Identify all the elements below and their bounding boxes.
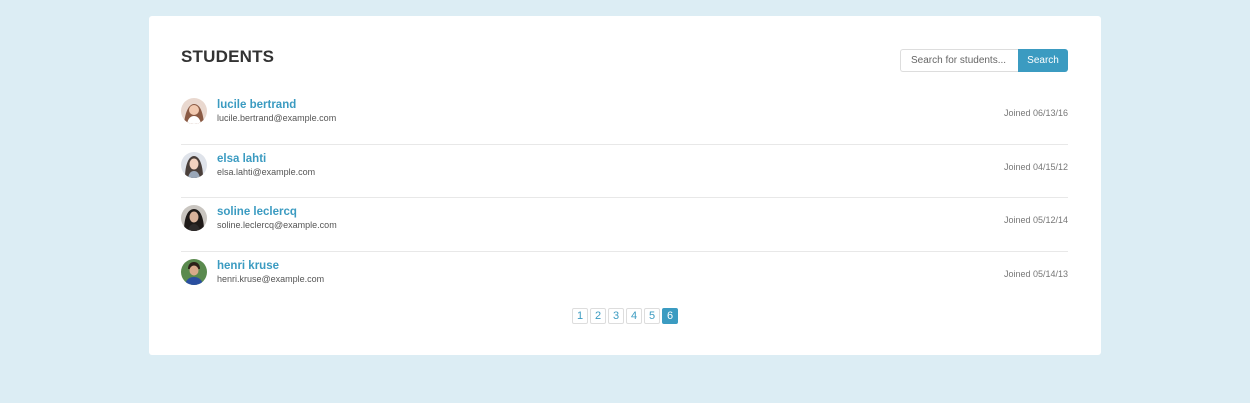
student-joined-date: Joined 04/15/12 bbox=[1003, 161, 1068, 172]
card-header: STUDENTS Search bbox=[181, 16, 1068, 91]
student-name-link[interactable]: elsa lahti bbox=[217, 153, 266, 165]
page-link-3[interactable]: 3 bbox=[608, 308, 624, 324]
student-email: soline.leclercq@example.com bbox=[217, 220, 337, 230]
woman-avatar-icon[interactable] bbox=[181, 98, 207, 124]
search-button[interactable]: Search bbox=[1018, 49, 1068, 72]
search-form: Search bbox=[900, 49, 1068, 72]
student-email: henri.kruse@example.com bbox=[217, 273, 325, 284]
students-card: STUDENTS Search lucile bertrand lucile.b… bbox=[149, 16, 1101, 355]
page-link-4[interactable]: 4 bbox=[626, 308, 642, 324]
student-name-link[interactable]: henri kruse bbox=[217, 260, 279, 272]
student-email: elsa.lahti@example.com bbox=[217, 166, 316, 177]
student-row: henri kruse henri.kruse@example.com Join… bbox=[181, 252, 1068, 306]
woman-avatar-icon[interactable] bbox=[181, 151, 207, 178]
student-name-link[interactable]: soline leclercq bbox=[217, 206, 297, 218]
student-row: soline leclercq soline.leclercq@example.… bbox=[181, 198, 1068, 252]
woman-avatar-icon[interactable] bbox=[181, 205, 207, 231]
student-joined-date: Joined 05/12/14 bbox=[1003, 215, 1068, 225]
man-avatar-icon[interactable] bbox=[181, 258, 207, 285]
search-input[interactable] bbox=[900, 49, 1018, 72]
page-link-2[interactable]: 2 bbox=[590, 308, 606, 324]
student-row: lucile bertrand lucile.bertrand@example.… bbox=[181, 91, 1068, 145]
page-link-1[interactable]: 1 bbox=[572, 308, 588, 324]
student-row: elsa lahti elsa.lahti@example.com Joined… bbox=[181, 145, 1068, 198]
student-name-link[interactable]: lucile bertrand bbox=[217, 99, 296, 111]
student-joined-date: Joined 05/14/13 bbox=[1003, 268, 1068, 279]
page-title: STUDENTS bbox=[181, 47, 275, 66]
student-list: lucile bertrand lucile.bertrand@example.… bbox=[181, 91, 1068, 305]
student-joined-date: Joined 06/13/16 bbox=[1003, 108, 1068, 118]
pagination: 1 2 3 4 5 6 bbox=[149, 308, 1101, 324]
page-link-5[interactable]: 5 bbox=[644, 308, 660, 324]
page-link-6-current[interactable]: 6 bbox=[662, 308, 678, 324]
student-email: lucile.bertrand@example.com bbox=[217, 113, 337, 123]
